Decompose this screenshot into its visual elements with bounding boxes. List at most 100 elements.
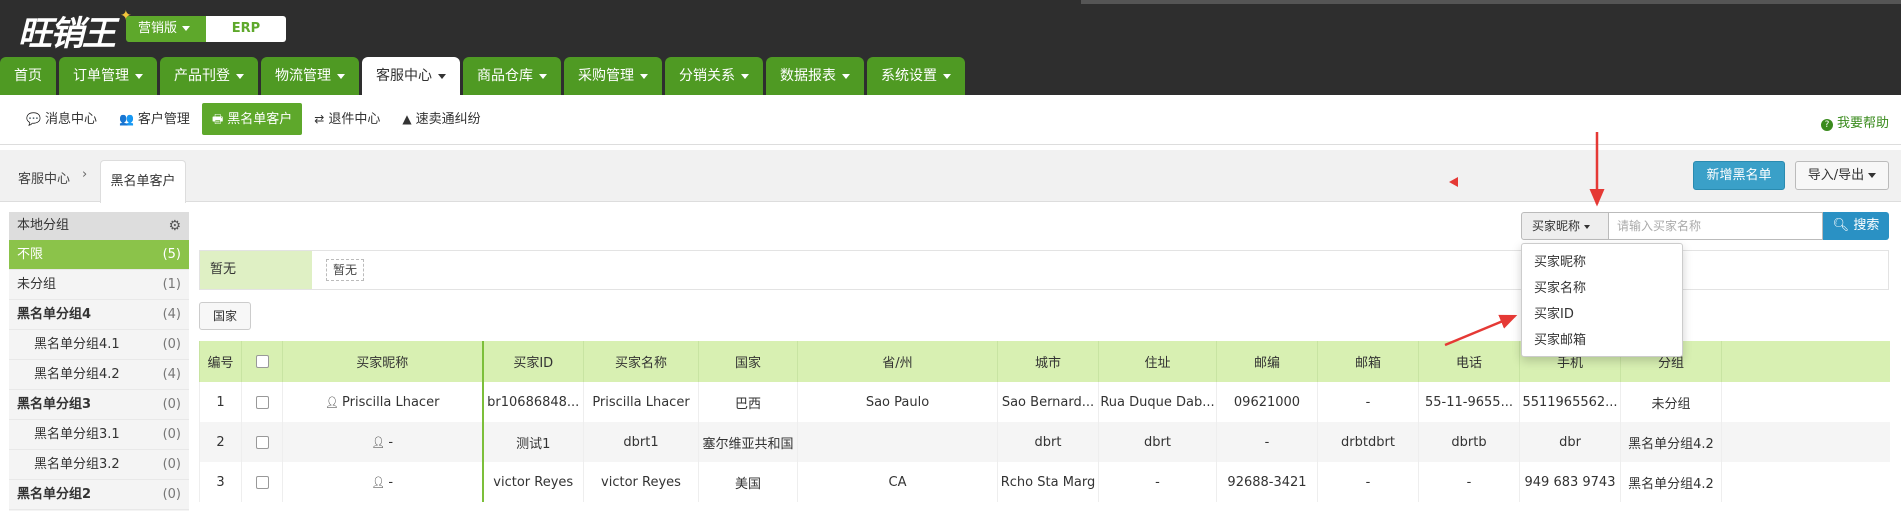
- caret-down-icon: [943, 73, 951, 79]
- search-field-option[interactable]: 买家邮箱: [1522, 328, 1682, 354]
- group-count: (0): [162, 457, 181, 472]
- sidebar-group-item[interactable]: 未分组 (1): [9, 270, 189, 300]
- subnav-item[interactable]: ⇄ 退件中心: [304, 103, 390, 135]
- logo-text: 旺销王: [18, 14, 116, 54]
- sidebar-header: 本地分组 ⚙: [9, 212, 189, 240]
- column-header: 买家名称: [583, 341, 699, 382]
- subnav-item[interactable]: 🖶 黑名单客户: [201, 103, 303, 135]
- subnav-item[interactable]: 💬 消息中心: [16, 103, 107, 135]
- user-icon: 👤︎: [371, 475, 386, 489]
- group-count: (4): [162, 367, 181, 382]
- logo[interactable]: 旺销王 ✦: [10, 2, 132, 54]
- subnav-item[interactable]: 👥 客户管理: [109, 103, 200, 135]
- column-header-filler: [1721, 341, 1890, 382]
- column-header[interactable]: [241, 341, 283, 382]
- sidebar-group-item[interactable]: 黑名单分组4.2 (4): [9, 360, 189, 390]
- table-cell: 巴西: [698, 382, 798, 422]
- caret-down-icon: [539, 73, 547, 79]
- group-count: (0): [162, 337, 181, 352]
- chevron-right-icon: ›: [82, 167, 88, 182]
- sidebar-group-item[interactable]: 不限 (5): [9, 240, 189, 270]
- nav-tab-label: 首页: [14, 68, 42, 84]
- breadcrumb-root[interactable]: 客服中心: [18, 168, 70, 187]
- row-checkbox[interactable]: [255, 395, 269, 409]
- table-cell: 👤︎ Priscilla Lhacer: [282, 382, 483, 422]
- edition-dropdown[interactable]: 营销版: [126, 16, 206, 42]
- sidebar-title: 本地分组: [17, 218, 70, 233]
- group-label: 黑名单分组3: [17, 397, 92, 412]
- nav-tab[interactable]: 物流管理: [261, 57, 359, 95]
- table-body: 1 👤︎ Priscilla Lhacer br10686848... Priscill…: [199, 382, 1890, 502]
- nav-tab[interactable]: 采购管理: [564, 57, 662, 95]
- table-cell: dbrt: [997, 422, 1099, 462]
- user-icon: 👤︎: [371, 435, 386, 449]
- column-header: 国家: [698, 341, 798, 382]
- table-row[interactable]: 3 👤︎ - victor Reyes victor Reyes 美国 CA Rcho Sta…: [199, 462, 1890, 502]
- add-blacklist-button[interactable]: 新增黑名单: [1693, 161, 1785, 190]
- table-cell: 👤︎ -: [282, 422, 483, 462]
- gear-icon[interactable]: ⚙: [168, 212, 181, 240]
- select-all-checkbox[interactable]: [255, 355, 269, 368]
- table-cell: -: [1418, 462, 1520, 502]
- search-field-option[interactable]: 买家ID: [1522, 302, 1682, 328]
- nav-tab[interactable]: 客服中心: [362, 57, 460, 95]
- blacklist-table: 编号 买家昵称 买家ID 买家名称 国家 省/州 城市 住址 邮编 邮箱 电话 手机 分组 1 👤︎ Pri…: [199, 341, 1890, 502]
- search-input[interactable]: 请输入买家名称: [1609, 212, 1823, 240]
- table-cell[interactable]: [241, 382, 283, 422]
- search-button[interactable]: 🔍︎ 搜索: [1823, 212, 1889, 240]
- sidebar-group-item[interactable]: 黑名单分组3.2 (0): [9, 450, 189, 480]
- search-button-label: 搜索: [1853, 218, 1880, 233]
- sidebar-group-item[interactable]: 黑名单分组2 (0): [9, 480, 189, 510]
- group-count: (5): [162, 247, 181, 262]
- sidebar-group-item[interactable]: 黑名单分组4 (4): [9, 300, 189, 330]
- group-sidebar: 本地分组 ⚙ 不限 (5) 未分组 (1) 黑名单分组4 (4) 黑名单分组4.1 (0) 黑名…: [9, 212, 189, 511]
- tab-blacklist[interactable]: 黑名单客户: [100, 160, 186, 203]
- group-label: 黑名单分组4: [17, 307, 92, 322]
- sidebar-group-item[interactable]: 黑名单分组4.1 (0): [9, 330, 189, 360]
- table-cell: 949 683 9743: [1519, 462, 1621, 502]
- column-header: 编号: [199, 341, 242, 382]
- table-cell[interactable]: [241, 462, 283, 502]
- search-field-option[interactable]: 买家名称: [1522, 276, 1682, 302]
- table-cell: dbrtb: [1418, 422, 1520, 462]
- table-row[interactable]: 2 👤︎ - 测试1 dbrt1 塞尔维亚共和国 dbrt dbrt - drbtdbrt dbrt…: [199, 422, 1890, 462]
- help-label: 我要帮助: [1836, 116, 1889, 131]
- table-row[interactable]: 1 👤︎ Priscilla Lhacer br10686848... Priscill…: [199, 382, 1890, 422]
- nav-tab[interactable]: 分销关系: [665, 57, 763, 95]
- import-export-button[interactable]: 导入/导出: [1795, 161, 1889, 190]
- caret-down-icon: [182, 26, 191, 31]
- group-label: 黑名单分组2: [17, 487, 92, 502]
- nav-tab[interactable]: 系统设置: [867, 57, 965, 95]
- erp-button[interactable]: ERP: [206, 16, 286, 42]
- column-header: 邮箱: [1317, 341, 1419, 382]
- group-count: (4): [162, 307, 181, 322]
- group-count: (0): [162, 427, 181, 442]
- row-checkbox[interactable]: [255, 475, 269, 489]
- buyer-nickname: -: [388, 474, 394, 490]
- table-cell: 2: [199, 422, 242, 462]
- table-cell[interactable]: [241, 422, 283, 462]
- country-filter-button[interactable]: 国家: [199, 302, 251, 330]
- sidebar-group-item[interactable]: 黑名单分组3.1 (0): [9, 420, 189, 450]
- search-field-option[interactable]: 买家昵称: [1522, 250, 1682, 276]
- subnav-item-label: 速卖通纠纷: [415, 112, 481, 127]
- sidebar-group-item[interactable]: 黑名单分组3 (0): [9, 390, 189, 420]
- table-cell: victor Reyes: [583, 462, 699, 502]
- help-link[interactable]: ? 我要帮助: [1820, 112, 1889, 131]
- caret-down-icon: [438, 73, 446, 79]
- row-checkbox[interactable]: [255, 435, 269, 449]
- filter-tag[interactable]: 暂无: [326, 259, 365, 281]
- group-label: 黑名单分组4.2: [34, 367, 120, 382]
- search-field-dropdown[interactable]: 买家昵称: [1521, 212, 1609, 240]
- subnav-item[interactable]: ▲ 速卖通纠纷: [392, 103, 490, 135]
- nav-tab[interactable]: 首页: [0, 57, 56, 95]
- subnav-item-label: 黑名单客户: [227, 112, 293, 127]
- nav-tab[interactable]: 商品仓库: [463, 57, 561, 95]
- nav-tab[interactable]: 数据报表: [766, 57, 864, 95]
- table-cell: 09621000: [1216, 382, 1318, 422]
- nav-tab[interactable]: 产品刊登: [160, 57, 258, 95]
- table-cell: 5511965562...: [1519, 382, 1621, 422]
- caret-down-icon: [1584, 224, 1591, 229]
- nav-tab[interactable]: 订单管理: [59, 57, 157, 95]
- edition-label: 营销版: [138, 21, 178, 36]
